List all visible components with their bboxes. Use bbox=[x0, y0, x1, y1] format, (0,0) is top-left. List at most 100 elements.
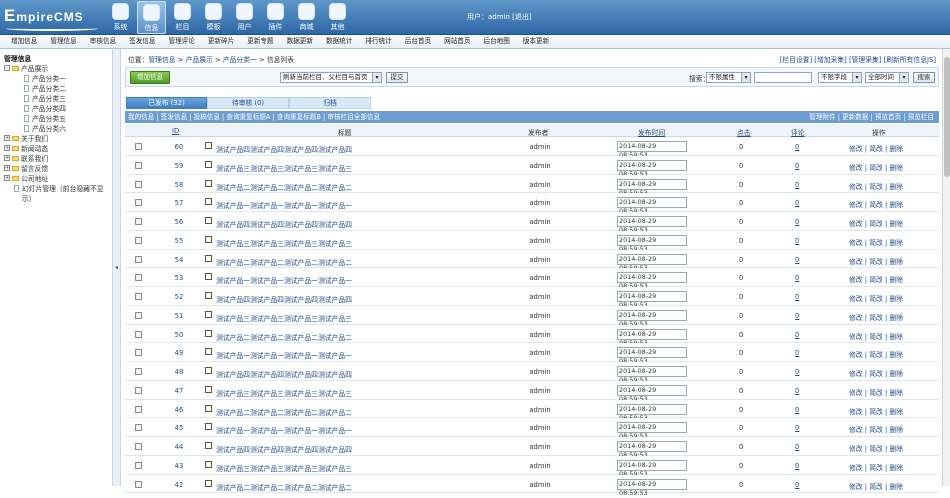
tree-node-cat1[interactable]: 产品分类一 bbox=[4, 73, 112, 83]
menu-update-fragments[interactable]: 更新碎片 bbox=[208, 35, 234, 48]
crumb-manage-info[interactable]: 管理信息 bbox=[148, 56, 175, 64]
expand-icon[interactable]: + bbox=[4, 145, 10, 151]
row-ops[interactable]: 修改 | 简改 | 删除 bbox=[849, 293, 903, 303]
field-select[interactable]: 不限字段 bbox=[818, 72, 862, 83]
row-checkbox[interactable] bbox=[135, 161, 142, 169]
tree-node-contact[interactable]: + 联系我们 bbox=[4, 153, 112, 163]
menu-admin-home[interactable]: 后台首页 bbox=[405, 35, 431, 48]
menu-data-update[interactable]: 数据更新 bbox=[287, 35, 313, 48]
col-id[interactable]: ID bbox=[172, 127, 179, 135]
tab-archive[interactable]: 归档 bbox=[289, 97, 371, 109]
row-ops[interactable]: 修改 | 简改 | 删除 bbox=[849, 237, 903, 247]
row-comments[interactable]: 0 bbox=[795, 293, 799, 301]
edit-icon[interactable] bbox=[205, 310, 212, 318]
tree-node-slides[interactable]: 幻灯片管理（前台隐藏不显 bbox=[4, 183, 112, 193]
row-comments[interactable]: 0 bbox=[795, 481, 799, 489]
row-checkbox[interactable] bbox=[135, 293, 142, 300]
edit-icon[interactable] bbox=[205, 292, 212, 299]
search-input[interactable] bbox=[754, 72, 812, 83]
logout-link[interactable]: [退出] bbox=[512, 13, 531, 21]
row-title[interactable]: 测试产品二测试产品二测试产品二测试产品二 bbox=[216, 182, 352, 192]
row-id[interactable]: 45 bbox=[169, 424, 189, 432]
edit-icon[interactable] bbox=[205, 329, 212, 337]
row-comments[interactable]: 0 bbox=[795, 256, 799, 264]
tab-pending[interactable]: 待审核 (0) bbox=[207, 97, 289, 109]
row-checkbox[interactable] bbox=[135, 349, 142, 357]
row-title[interactable]: 测试产品三测试产品三测试产品三测试产品三 bbox=[216, 238, 352, 248]
tree-node-about[interactable]: + 关于我们 bbox=[4, 133, 112, 143]
edit-icon[interactable] bbox=[205, 254, 212, 262]
menu-audit-info[interactable]: 审核信息 bbox=[90, 35, 116, 48]
row-id[interactable]: 51 bbox=[169, 312, 189, 320]
collapse-icon[interactable]: - bbox=[4, 65, 10, 71]
row-id[interactable]: 57 bbox=[169, 199, 189, 207]
row-comments[interactable]: 0 bbox=[795, 274, 799, 282]
row-id[interactable]: 52 bbox=[169, 293, 189, 301]
menu-sign-info[interactable]: 签发信息 bbox=[129, 35, 155, 48]
tree-node-cat5[interactable]: 产品分类五 bbox=[4, 113, 112, 123]
row-ops[interactable]: 修改 | 简改 | 删除 bbox=[849, 162, 903, 172]
edit-icon[interactable] bbox=[205, 160, 212, 168]
row-checkbox[interactable] bbox=[135, 443, 142, 450]
tree-node-address[interactable]: + 公司地址 bbox=[4, 173, 112, 183]
row-title[interactable]: 测试产品二测试产品二测试产品二测试产品二 bbox=[216, 482, 352, 492]
menu-version-update[interactable]: 版本更新 bbox=[523, 35, 549, 48]
row-title[interactable]: 测试产品四测试产品四测试产品四测试产品四 bbox=[216, 444, 352, 454]
row-id[interactable]: 59 bbox=[169, 162, 189, 170]
menu-admin-map[interactable]: 后台地图 bbox=[484, 35, 510, 48]
row-checkbox[interactable] bbox=[135, 368, 142, 375]
row-id[interactable]: 47 bbox=[169, 387, 189, 395]
menu-update-topics[interactable]: 更新专题 bbox=[247, 35, 273, 48]
menu-manage-info[interactable]: 管理信息 bbox=[50, 35, 76, 48]
row-ops[interactable]: 修改 | 简改 | 删除 bbox=[849, 256, 903, 266]
row-comments[interactable]: 0 bbox=[795, 331, 799, 339]
row-checkbox[interactable] bbox=[135, 480, 142, 488]
tree-node-product[interactable]: - 产品展示 bbox=[4, 63, 112, 73]
row-id[interactable]: 46 bbox=[169, 406, 189, 414]
row-ops[interactable]: 修改 | 简改 | 删除 bbox=[849, 387, 903, 397]
row-ops[interactable]: 修改 | 简改 | 删除 bbox=[849, 274, 903, 284]
expand-icon[interactable]: + bbox=[4, 155, 10, 161]
row-id[interactable]: 55 bbox=[169, 237, 189, 245]
tab-published[interactable]: 已发布 (32) bbox=[126, 97, 207, 109]
row-title[interactable]: 测试产品二测试产品二测试产品二测试产品二 bbox=[216, 407, 352, 417]
tree-node-cat3[interactable]: 产品分类三 bbox=[4, 93, 112, 103]
row-checkbox[interactable] bbox=[135, 218, 142, 225]
empirecms-logo[interactable]: EmpireCMS bbox=[4, 6, 100, 31]
expand-icon[interactable]: + bbox=[4, 165, 10, 171]
menu-site-home[interactable]: 网站首页 bbox=[444, 35, 470, 48]
row-ops[interactable]: 修改 | 简改 | 删除 bbox=[849, 143, 903, 153]
topnav-shop[interactable]: 商城 bbox=[292, 1, 321, 34]
row-title[interactable]: 测试产品三测试产品三测试产品三测试产品三 bbox=[216, 388, 352, 398]
row-ops[interactable]: 修改 | 简改 | 删除 bbox=[849, 181, 903, 191]
edit-icon[interactable] bbox=[205, 217, 212, 224]
edit-icon[interactable] bbox=[205, 142, 212, 149]
tree-node-cat2[interactable]: 产品分类二 bbox=[4, 83, 112, 93]
row-comments[interactable]: 0 bbox=[795, 218, 799, 226]
edit-icon[interactable] bbox=[205, 367, 212, 374]
row-id[interactable]: 42 bbox=[169, 481, 189, 489]
row-id[interactable]: 56 bbox=[169, 218, 189, 226]
row-checkbox[interactable] bbox=[135, 330, 142, 338]
row-ops[interactable]: 修改 | 简改 | 删除 bbox=[849, 462, 903, 472]
row-id[interactable]: 54 bbox=[169, 256, 189, 264]
row-title[interactable]: 测试产品三测试产品三测试产品三测试产品三 bbox=[216, 463, 352, 473]
topnav-plugin[interactable]: 插件 bbox=[261, 1, 290, 34]
row-comments[interactable]: 0 bbox=[795, 349, 799, 357]
row-comments[interactable]: 0 bbox=[795, 162, 799, 170]
edit-icon[interactable] bbox=[205, 235, 212, 243]
row-checkbox[interactable] bbox=[135, 461, 142, 469]
row-checkbox[interactable] bbox=[135, 424, 142, 432]
edit-icon[interactable] bbox=[205, 442, 212, 449]
row-id[interactable]: 49 bbox=[169, 349, 189, 357]
tree-node-cat4[interactable]: 产品分类四 bbox=[4, 103, 112, 113]
edit-icon[interactable] bbox=[205, 198, 212, 206]
row-checkbox[interactable] bbox=[135, 405, 142, 413]
row-checkbox[interactable] bbox=[135, 143, 142, 150]
row-checkbox[interactable] bbox=[135, 255, 142, 263]
action-links-right[interactable]: 管理附件 | 更新数据 | 预览首页 | 预览栏目 bbox=[809, 111, 934, 123]
edit-icon[interactable] bbox=[205, 348, 212, 356]
row-title[interactable]: 测试产品四测试产品四测试产品四测试产品四 bbox=[216, 219, 352, 229]
row-checkbox[interactable] bbox=[135, 180, 142, 188]
row-title[interactable]: 测试产品四测试产品四测试产品四测试产品四 bbox=[216, 144, 352, 154]
